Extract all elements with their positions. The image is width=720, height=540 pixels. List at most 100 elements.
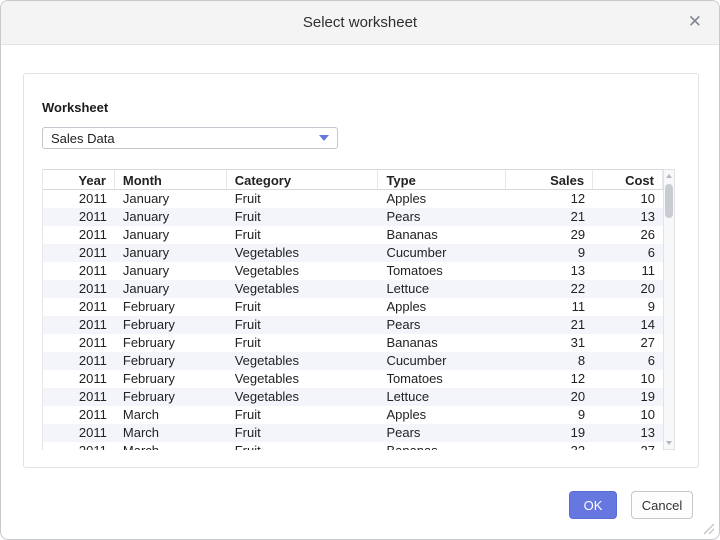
ok-button[interactable]: OK <box>569 491 617 519</box>
cell-type: Apples <box>378 298 506 316</box>
cell-sales: 8 <box>506 352 593 370</box>
cell-cost: 27 <box>593 442 663 450</box>
table-row: 2011FebruaryFruitPears2114 <box>43 316 663 334</box>
column-header-type: Type <box>378 170 506 189</box>
cell-sales: 32 <box>506 442 593 450</box>
cell-category: Vegetables <box>227 388 379 406</box>
cell-type: Tomatoes <box>378 370 506 388</box>
cell-category: Fruit <box>227 334 379 352</box>
cell-year: 2011 <box>43 280 115 298</box>
table-row: 2011MarchFruitApples910 <box>43 406 663 424</box>
cell-cost: 11 <box>593 262 663 280</box>
chevron-down-icon <box>319 135 329 141</box>
cell-sales: 20 <box>506 388 593 406</box>
cell-cost: 13 <box>593 208 663 226</box>
table-body: 2011JanuaryFruitApples12102011JanuaryFru… <box>43 190 663 450</box>
cell-month: January <box>115 262 227 280</box>
worksheet-label: Worksheet <box>42 100 108 115</box>
cell-year: 2011 <box>43 226 115 244</box>
scrollbar-thumb[interactable] <box>665 184 673 218</box>
cell-sales: 9 <box>506 244 593 262</box>
column-header-cost: Cost <box>593 170 663 189</box>
dialog-title: Select worksheet <box>303 14 417 31</box>
cell-year: 2011 <box>43 370 115 388</box>
dialog-titlebar: Select worksheet ✕ <box>1 1 719 45</box>
cell-type: Pears <box>378 208 506 226</box>
cell-sales: 12 <box>506 370 593 388</box>
worksheet-dropdown-value: Sales Data <box>51 131 319 146</box>
cell-type: Bananas <box>378 334 506 352</box>
column-header-sales: Sales <box>506 170 593 189</box>
cell-month: March <box>115 424 227 442</box>
table-row: 2011JanuaryVegetablesLettuce2220 <box>43 280 663 298</box>
cell-category: Vegetables <box>227 370 379 388</box>
cell-year: 2011 <box>43 424 115 442</box>
cell-cost: 26 <box>593 226 663 244</box>
cell-cost: 14 <box>593 316 663 334</box>
cell-year: 2011 <box>43 406 115 424</box>
cancel-button[interactable]: Cancel <box>631 491 693 519</box>
cell-month: March <box>115 406 227 424</box>
table-row: 2011JanuaryVegetablesCucumber96 <box>43 244 663 262</box>
cell-cost: 27 <box>593 334 663 352</box>
cell-category: Fruit <box>227 424 379 442</box>
close-icon[interactable]: ✕ <box>688 12 702 32</box>
cell-cost: 10 <box>593 370 663 388</box>
content-panel: Worksheet Sales Data YearMonthCategoryTy… <box>23 73 699 468</box>
cell-sales: 29 <box>506 226 593 244</box>
column-header-year: Year <box>43 170 115 189</box>
cell-cost: 10 <box>593 190 663 208</box>
cell-sales: 9 <box>506 406 593 424</box>
table-main: YearMonthCategoryTypeSalesCost 2011Janua… <box>42 169 663 450</box>
cell-category: Vegetables <box>227 244 379 262</box>
cell-sales: 31 <box>506 334 593 352</box>
cell-category: Fruit <box>227 316 379 334</box>
cell-sales: 12 <box>506 190 593 208</box>
resize-handle[interactable] <box>701 521 715 535</box>
cell-type: Apples <box>378 406 506 424</box>
table-row: 2011FebruaryFruitApples119 <box>43 298 663 316</box>
scroll-up-icon[interactable] <box>666 174 672 178</box>
cell-sales: 13 <box>506 262 593 280</box>
scroll-down-icon[interactable] <box>666 441 672 445</box>
table-row: 2011FebruaryVegetablesLettuce2019 <box>43 388 663 406</box>
cell-sales: 22 <box>506 280 593 298</box>
cell-year: 2011 <box>43 244 115 262</box>
cell-month: February <box>115 298 227 316</box>
cell-month: February <box>115 388 227 406</box>
cell-category: Fruit <box>227 208 379 226</box>
cell-type: Pears <box>378 316 506 334</box>
cell-cost: 19 <box>593 388 663 406</box>
column-header-month: Month <box>115 170 227 189</box>
cell-type: Tomatoes <box>378 262 506 280</box>
table-row: 2011MarchFruitPears1913 <box>43 424 663 442</box>
cell-year: 2011 <box>43 442 115 450</box>
table-row: 2011MarchFruitBananas3227 <box>43 442 663 450</box>
cell-month: January <box>115 208 227 226</box>
cell-type: Cucumber <box>378 244 506 262</box>
cell-sales: 19 <box>506 424 593 442</box>
cell-category: Fruit <box>227 442 379 450</box>
cell-month: February <box>115 370 227 388</box>
table-row: 2011JanuaryVegetablesTomatoes1311 <box>43 262 663 280</box>
cell-year: 2011 <box>43 208 115 226</box>
table-row: 2011JanuaryFruitApples1210 <box>43 190 663 208</box>
cell-category: Vegetables <box>227 352 379 370</box>
cell-type: Lettuce <box>378 280 506 298</box>
cell-cost: 9 <box>593 298 663 316</box>
cell-year: 2011 <box>43 262 115 280</box>
worksheet-dropdown[interactable]: Sales Data <box>42 127 338 149</box>
table-row: 2011FebruaryFruitBananas3127 <box>43 334 663 352</box>
cell-month: February <box>115 352 227 370</box>
cell-year: 2011 <box>43 190 115 208</box>
table-scrollbar[interactable] <box>663 169 675 450</box>
table-row: 2011JanuaryFruitBananas2926 <box>43 226 663 244</box>
cell-month: February <box>115 316 227 334</box>
cell-month: January <box>115 280 227 298</box>
cell-type: Bananas <box>378 442 506 450</box>
table-header-row: YearMonthCategoryTypeSalesCost <box>43 169 663 190</box>
cell-category: Fruit <box>227 190 379 208</box>
cell-category: Vegetables <box>227 280 379 298</box>
cell-month: January <box>115 190 227 208</box>
worksheet-preview-table: YearMonthCategoryTypeSalesCost 2011Janua… <box>42 169 675 450</box>
